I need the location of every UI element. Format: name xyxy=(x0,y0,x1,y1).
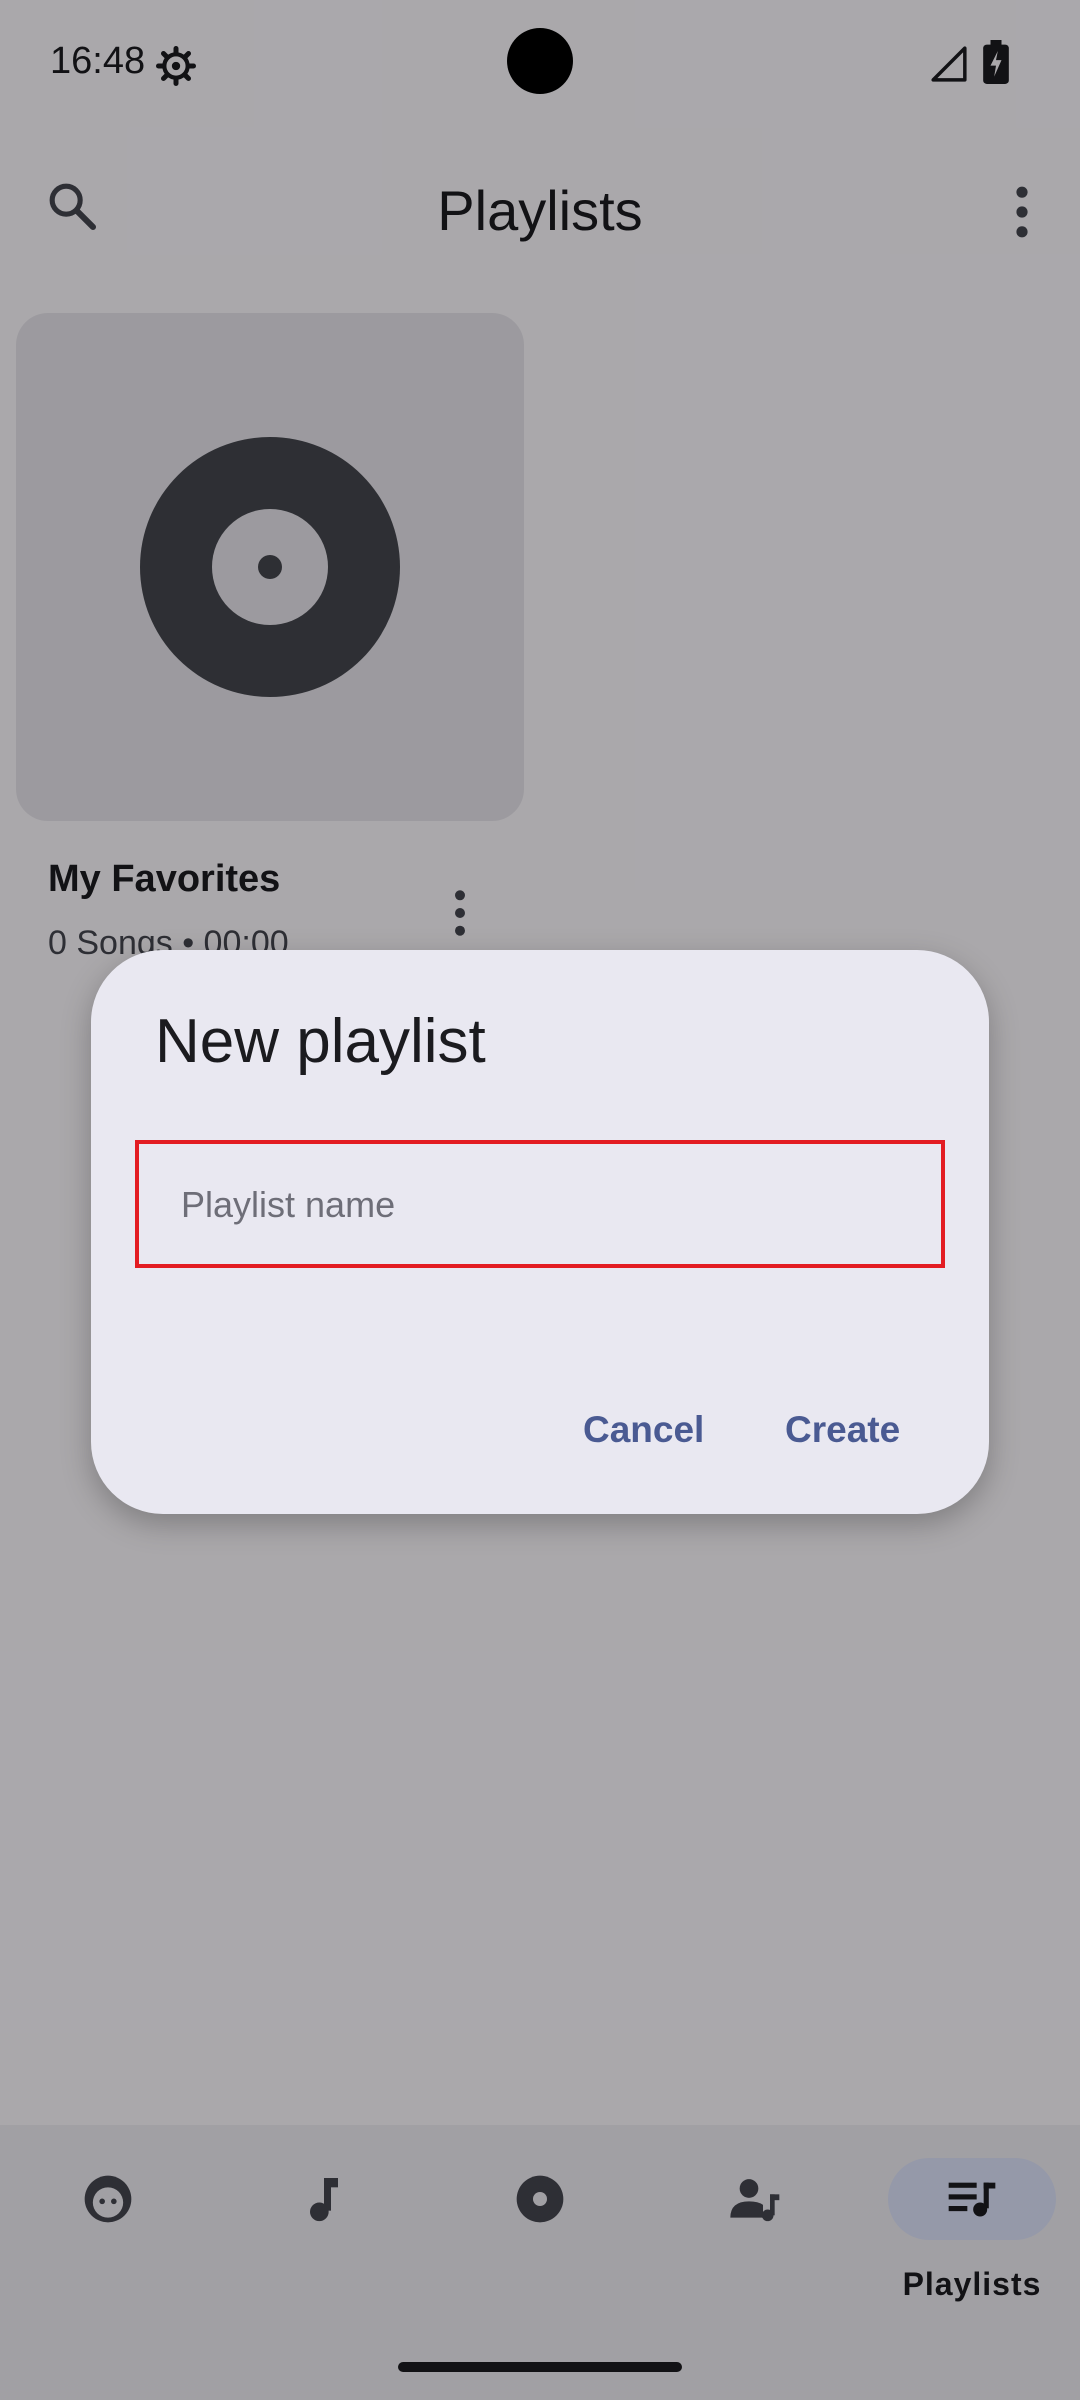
new-playlist-dialog: New playlist Cancel Create xyxy=(91,950,989,1514)
playlist-name-input[interactable] xyxy=(143,1148,939,1262)
playlist-name-field[interactable] xyxy=(135,1140,945,1268)
create-button[interactable]: Create xyxy=(771,1390,914,1470)
cancel-button[interactable]: Cancel xyxy=(569,1390,718,1470)
dialog-title: New playlist xyxy=(155,1007,486,1076)
